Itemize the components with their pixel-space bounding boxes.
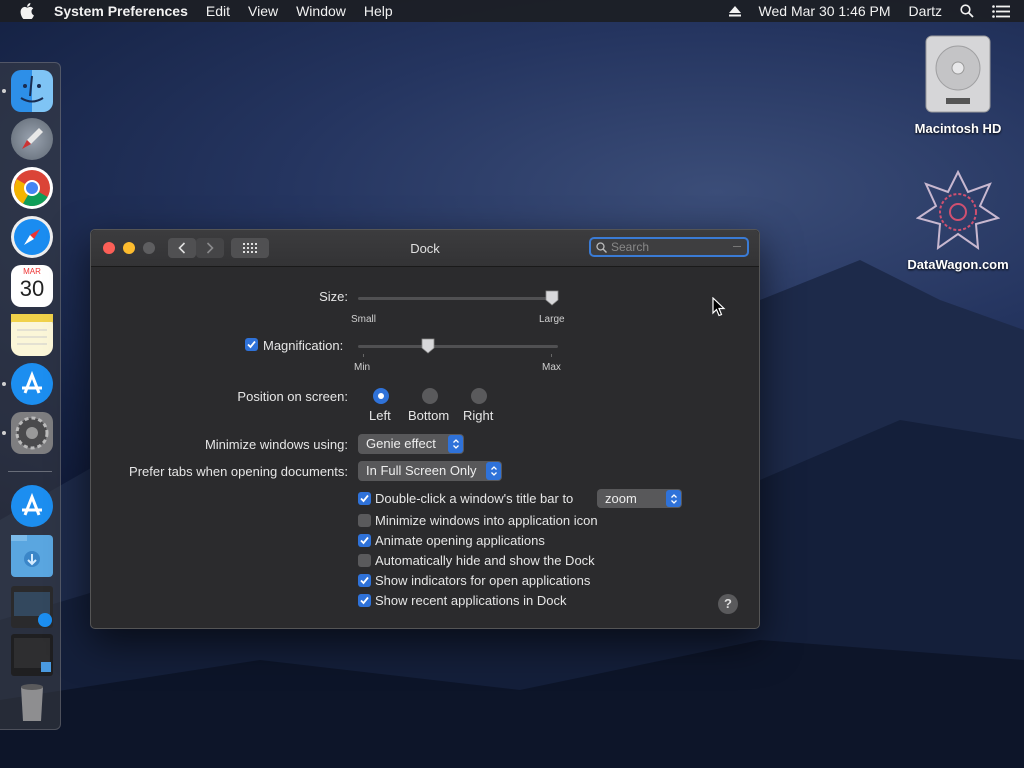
autohide-dock-checkbox[interactable] <box>358 554 371 567</box>
running-indicator <box>2 89 6 93</box>
position-bottom-radio[interactable] <box>422 388 438 404</box>
animate-opening-checkbox[interactable] <box>358 534 371 547</box>
dock-app-store-icon[interactable] <box>11 363 53 405</box>
menu-window[interactable]: Window <box>296 3 346 19</box>
position-bottom-label[interactable]: Bottom <box>408 408 449 423</box>
show-indicators-label[interactable]: Show indicators for open applications <box>375 573 590 588</box>
menubar-clock[interactable]: Wed Mar 30 1:46 PM <box>759 3 891 19</box>
dock-calendar-icon[interactable]: MAR 30 <box>11 265 53 307</box>
menu-bar: System Preferences Edit View Window Help… <box>0 0 1024 22</box>
minimize-effect-value: Genie effect <box>366 436 436 451</box>
popup-arrows-icon <box>486 462 501 480</box>
double-click-checkbox[interactable] <box>358 492 371 505</box>
menu-view[interactable]: View <box>248 3 278 19</box>
checkmark-icon <box>360 596 369 605</box>
dock-app-store-folder-icon[interactable] <box>11 485 53 527</box>
minimize-using-label: Minimize windows using: <box>204 437 348 452</box>
mouse-pointer-icon <box>712 297 726 317</box>
minimize-into-icon-checkbox[interactable] <box>358 514 371 527</box>
size-min-label: Small <box>351 314 377 325</box>
autohide-dock-label[interactable]: Automatically hide and show the Dock <box>375 553 595 568</box>
magnification-slider-thumb[interactable] <box>421 338 435 354</box>
apple-menu-icon[interactable] <box>20 3 34 19</box>
position-label: Position on screen: <box>237 389 348 404</box>
size-max-label: Large <box>539 314 565 325</box>
dock-separator <box>8 471 52 472</box>
desktop-icon-datawagon[interactable]: DataWagon.com <box>900 169 1016 272</box>
desktop-icon-macintosh-hd[interactable]: Macintosh HD <box>900 34 1016 136</box>
dock-chrome-icon[interactable] <box>11 167 53 209</box>
show-indicators-checkbox[interactable] <box>358 574 371 587</box>
position-right-radio[interactable] <box>471 388 487 404</box>
minimize-into-icon-label[interactable]: Minimize windows into application icon <box>375 513 598 528</box>
running-indicator <box>2 382 6 386</box>
minimize-effect-popup[interactable]: Genie effect <box>358 434 464 454</box>
spotlight-search-icon[interactable] <box>960 4 974 18</box>
checkmark-icon <box>247 340 256 349</box>
calendar-month: MAR <box>23 267 41 276</box>
checkmark-icon <box>360 536 369 545</box>
position-right-label[interactable]: Right <box>463 408 493 423</box>
search-icon <box>596 242 607 253</box>
slider-tick <box>363 354 364 357</box>
desktop-icon-label: DataWagon.com <box>907 257 1009 272</box>
window-titlebar[interactable]: Dock <box>91 230 759 267</box>
position-left-radio[interactable] <box>373 388 389 404</box>
dock-preferences-window: Dock Size: Small Large Magnification: Mi… <box>90 229 760 629</box>
notification-center-icon[interactable] <box>992 4 1010 18</box>
checkmark-icon <box>360 494 369 503</box>
dock-system-preferences-icon[interactable] <box>11 412 53 454</box>
dock-safari-icon[interactable] <box>11 216 53 258</box>
dock: MAR 30 <box>0 62 61 730</box>
search-field[interactable] <box>589 237 749 257</box>
double-click-action-value: zoom <box>605 491 637 506</box>
popup-arrows-icon <box>448 435 463 453</box>
magnification-label[interactable]: Magnification: <box>263 338 343 353</box>
show-recent-apps-label[interactable]: Show recent applications in Dock <box>375 593 567 608</box>
dock-trash-icon[interactable] <box>11 681 53 723</box>
size-slider-thumb[interactable] <box>545 290 559 306</box>
calendar-day: 30 <box>19 276 45 301</box>
magnification-checkbox[interactable] <box>245 338 258 351</box>
size-slider-track[interactable] <box>358 297 558 300</box>
prefer-tabs-popup[interactable]: In Full Screen Only <box>358 461 502 481</box>
dock-screenshot-stack-2-icon[interactable] <box>11 634 53 676</box>
menu-app-name[interactable]: System Preferences <box>54 3 188 19</box>
dock-notes-icon[interactable] <box>11 314 53 356</box>
double-click-label[interactable]: Double-click a window's title bar to <box>375 491 573 506</box>
checkmark-icon <box>360 576 369 585</box>
running-indicator <box>2 431 6 435</box>
dock-finder-icon[interactable] <box>11 70 53 112</box>
menu-edit[interactable]: Edit <box>206 3 230 19</box>
popup-arrows-icon <box>666 490 681 507</box>
prefer-tabs-value: In Full Screen Only <box>366 463 477 478</box>
position-left-label[interactable]: Left <box>369 408 391 423</box>
slider-tick <box>551 354 552 357</box>
animate-opening-label[interactable]: Animate opening applications <box>375 533 545 548</box>
desktop-icon-label: Macintosh HD <box>914 121 1002 136</box>
size-label: Size: <box>319 289 348 304</box>
magnification-max-label: Max <box>542 362 561 373</box>
search-input[interactable] <box>611 240 721 254</box>
dock-launchpad-icon[interactable] <box>11 118 53 160</box>
magnification-min-label: Min <box>354 362 371 373</box>
dock-downloads-folder-icon[interactable] <box>11 535 53 577</box>
help-button[interactable]: ? <box>718 594 738 614</box>
menubar-user[interactable]: Dartz <box>909 3 942 19</box>
hard-drive-icon <box>925 35 991 113</box>
menu-help[interactable]: Help <box>364 3 393 19</box>
show-recent-apps-checkbox[interactable] <box>358 594 371 607</box>
eject-icon[interactable] <box>728 5 741 17</box>
dock-screenshot-stack-1-icon[interactable] <box>11 586 53 628</box>
datawagon-logo-icon <box>915 169 1001 251</box>
magnification-slider-track[interactable] <box>358 345 558 348</box>
double-click-action-popup[interactable]: zoom <box>597 489 682 508</box>
prefer-tabs-label: Prefer tabs when opening documents: <box>129 464 348 479</box>
search-clear-icon <box>733 246 741 247</box>
